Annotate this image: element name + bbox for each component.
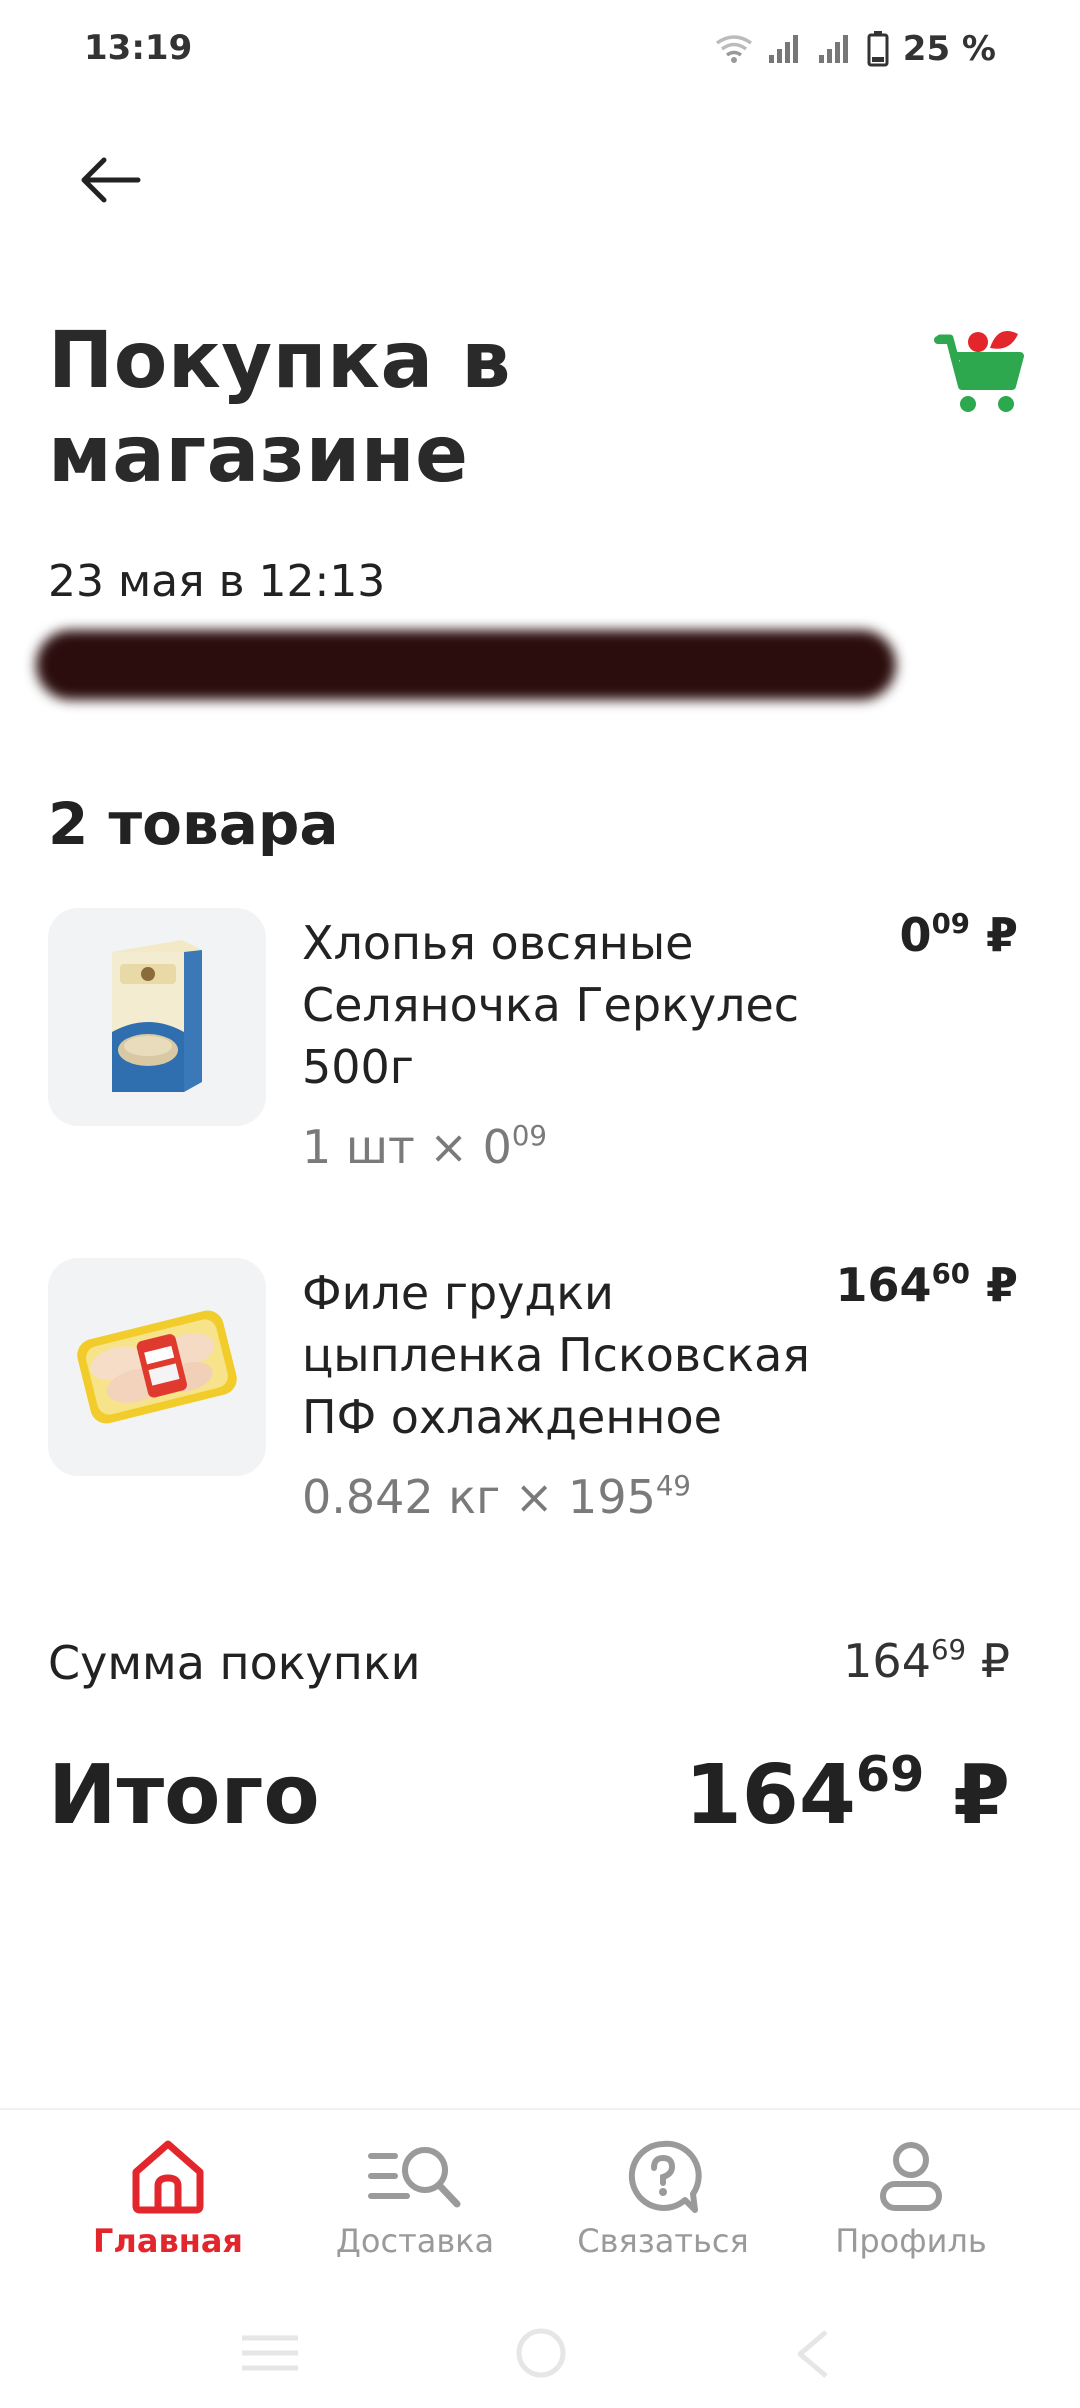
quantity-text: 1 шт × 0: [302, 1120, 512, 1174]
nav-profile-label: Профиль: [835, 2222, 987, 2260]
chicken-fillet-tray-icon: [77, 1310, 237, 1424]
currency-sign: ₽: [952, 1748, 1010, 1843]
menu-icon[interactable]: [238, 2328, 302, 2378]
sum-main: 164: [843, 1634, 931, 1688]
quantity-text: 0.842 кг × 195: [302, 1470, 656, 1524]
status-icons: 25 %: [715, 24, 996, 74]
currency-sign: ₽: [985, 1258, 1018, 1312]
quantity-cents: 09: [511, 1119, 547, 1153]
list-item[interactable]: Филе грудки цыпленка Псковская ПФ охлажд…: [48, 1258, 1038, 1558]
price-cents: 09: [931, 907, 970, 941]
sum-label: Сумма покупки: [48, 1636, 421, 1690]
status-time: 13:19: [84, 28, 193, 68]
cart-logo-icon: [920, 318, 1030, 428]
purchase-date: 23 мая в 12:13: [48, 556, 386, 607]
product-price: 009 ₽: [900, 908, 1018, 962]
price-cents: 60: [931, 1257, 970, 1291]
currency-sign: ₽: [985, 908, 1018, 962]
product-name: Филе грудки цыпленка Псковская ПФ охлажд…: [302, 1266, 810, 1444]
list-item[interactable]: Хлопья овсяные Селяночка Геркулес 500г 1…: [48, 908, 1038, 1188]
total-main: 164: [684, 1748, 856, 1843]
product-image: [48, 908, 266, 1126]
nav-profile[interactable]: Профиль: [786, 2138, 1036, 2288]
price-main: 0: [899, 908, 932, 962]
total-cents: 69: [855, 1745, 925, 1804]
nav-contact[interactable]: Связаться: [538, 2138, 788, 2288]
nav-home[interactable]: Главная: [43, 2138, 293, 2288]
bottom-nav: Главная Доставка Связаться Профиль: [0, 2108, 1080, 2298]
currency-sign: ₽: [980, 1634, 1010, 1688]
status-bar: 13:19 25 %: [0, 0, 1080, 100]
back-chevron-icon[interactable]: [792, 2328, 832, 2382]
product-image: [48, 1258, 266, 1476]
nav-contact-label: Связаться: [577, 2222, 749, 2260]
nav-home-label: Главная: [93, 2222, 243, 2260]
wifi-icon: [715, 35, 752, 63]
page-title: Покупка в магазине: [48, 316, 512, 500]
question-bubble-icon: [628, 2140, 702, 2213]
nav-delivery-label: Доставка: [335, 2222, 495, 2260]
price-main: 164: [835, 1258, 932, 1312]
product-name: Хлопья овсяные Селяночка Геркулес 500г: [302, 916, 800, 1094]
store-address-redacted: [36, 630, 896, 700]
arrow-left-icon: [81, 157, 141, 203]
oat-flakes-box-icon: [112, 940, 202, 1092]
nav-delivery[interactable]: Доставка: [290, 2138, 540, 2288]
user-icon: [880, 2142, 942, 2211]
quantity-cents: 49: [655, 1469, 691, 1503]
total-value: 16469 ₽: [685, 1748, 1010, 1843]
battery-icon: [867, 31, 889, 67]
product-quantity: 0.842 кг × 19549: [302, 1470, 691, 1524]
signal-icon-2: [818, 35, 848, 63]
home-icon: [132, 2140, 204, 2214]
home-circle-icon[interactable]: [514, 2328, 568, 2382]
back-button[interactable]: [60, 130, 160, 230]
product-price: 16460 ₽: [836, 1258, 1018, 1312]
total-label: Итого: [48, 1748, 320, 1843]
search-list-icon: [368, 2147, 461, 2208]
items-count: 2 товара: [48, 790, 339, 858]
system-nav: [0, 2298, 1080, 2408]
product-quantity: 1 шт × 009: [302, 1120, 547, 1174]
signal-icon: [768, 35, 798, 63]
sum-value: 16469 ₽: [843, 1634, 1010, 1688]
battery-level: 25 %: [902, 29, 996, 69]
sum-cents: 69: [930, 1633, 967, 1667]
